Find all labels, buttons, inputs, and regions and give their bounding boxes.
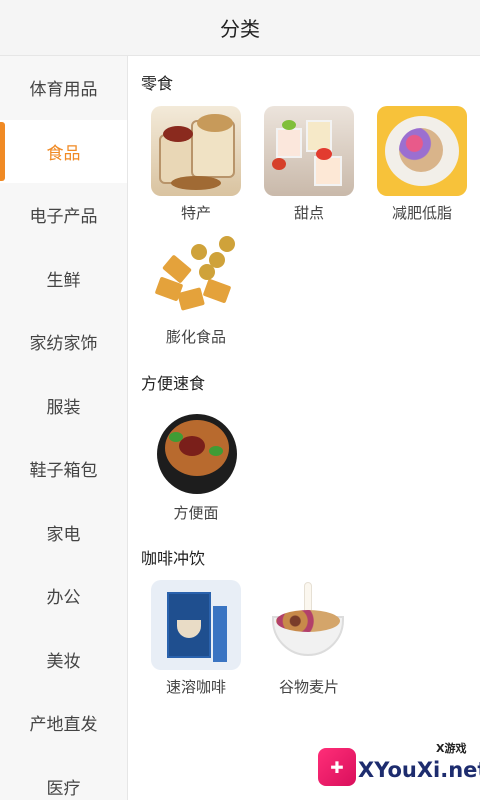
sidebar-item-beauty[interactable]: 美妆 [0, 628, 127, 692]
sidebar-item-electronics[interactable]: 电子产品 [0, 183, 127, 247]
watermark-text: XYouXi.net [358, 758, 480, 782]
watermark-tag: X游戏 [436, 742, 467, 755]
cereal-image [264, 580, 354, 670]
sidebar-item-office[interactable]: 办公 [0, 564, 127, 628]
category-content: 零食 特产 甜点 减肥低脂 膨化食品 方便速食 方便面 咖啡冲饮 速溶咖啡 谷物… [128, 56, 480, 800]
category-tile-specialty[interactable]: 特产 [150, 106, 242, 223]
section-title-snacks: 零食 [141, 74, 174, 93]
category-tile-cereal[interactable]: 谷物麦片 [263, 580, 355, 697]
low-fat-image [377, 106, 467, 196]
tile-label: 速溶咖啡 [165, 678, 226, 696]
page-header: 分类 [0, 0, 480, 56]
sidebar-item-origin-direct[interactable]: 产地直发 [0, 691, 127, 755]
tile-label: 方便面 [173, 504, 219, 522]
category-tile-instant-coffee[interactable]: 速溶咖啡 [150, 580, 242, 697]
section-title-instant-food: 方便速食 [141, 374, 206, 393]
watermark: ✚ X游戏 XYouXi.net [318, 738, 480, 798]
category-tile-low-fat[interactable]: 减肥低脂 [376, 106, 468, 223]
section-title-coffee-drinks: 咖啡冲饮 [141, 549, 206, 568]
sidebar-item-sports[interactable]: 体育用品 [0, 56, 127, 120]
sidebar-item-appliances[interactable]: 家电 [0, 501, 127, 565]
tile-label: 膨化食品 [165, 328, 226, 346]
gamepad-logo-icon: ✚ [318, 748, 356, 786]
category-tile-dessert[interactable]: 甜点 [263, 106, 355, 223]
tile-label: 特产 [180, 204, 211, 222]
sidebar-item-medical[interactable]: 医疗 [0, 755, 127, 800]
category-sidebar: 体育用品 食品 电子产品 生鲜 家纺家饰 服装 鞋子箱包 家电 办公 美妆 产地… [0, 56, 128, 800]
sidebar-item-food[interactable]: 食品 [0, 119, 127, 183]
dessert-image [264, 106, 354, 196]
instant-noodle-image [151, 406, 241, 496]
tile-label: 甜点 [293, 204, 324, 222]
sidebar-item-shoes-bags[interactable]: 鞋子箱包 [0, 437, 127, 501]
sidebar-item-home-textile[interactable]: 家纺家饰 [0, 310, 127, 374]
category-tile-instant-noodle[interactable]: 方便面 [150, 406, 242, 523]
sidebar-item-fresh[interactable]: 生鲜 [0, 247, 127, 311]
sidebar-item-clothing[interactable]: 服装 [0, 374, 127, 438]
instant-coffee-image [151, 580, 241, 670]
page-title: 分类 [220, 17, 260, 41]
specialty-food-image [151, 106, 241, 196]
puffed-snack-image [151, 230, 241, 320]
tile-label: 减肥低脂 [391, 204, 452, 222]
tile-label: 谷物麦片 [278, 678, 339, 696]
category-tile-puffed-snack[interactable]: 膨化食品 [150, 230, 242, 347]
